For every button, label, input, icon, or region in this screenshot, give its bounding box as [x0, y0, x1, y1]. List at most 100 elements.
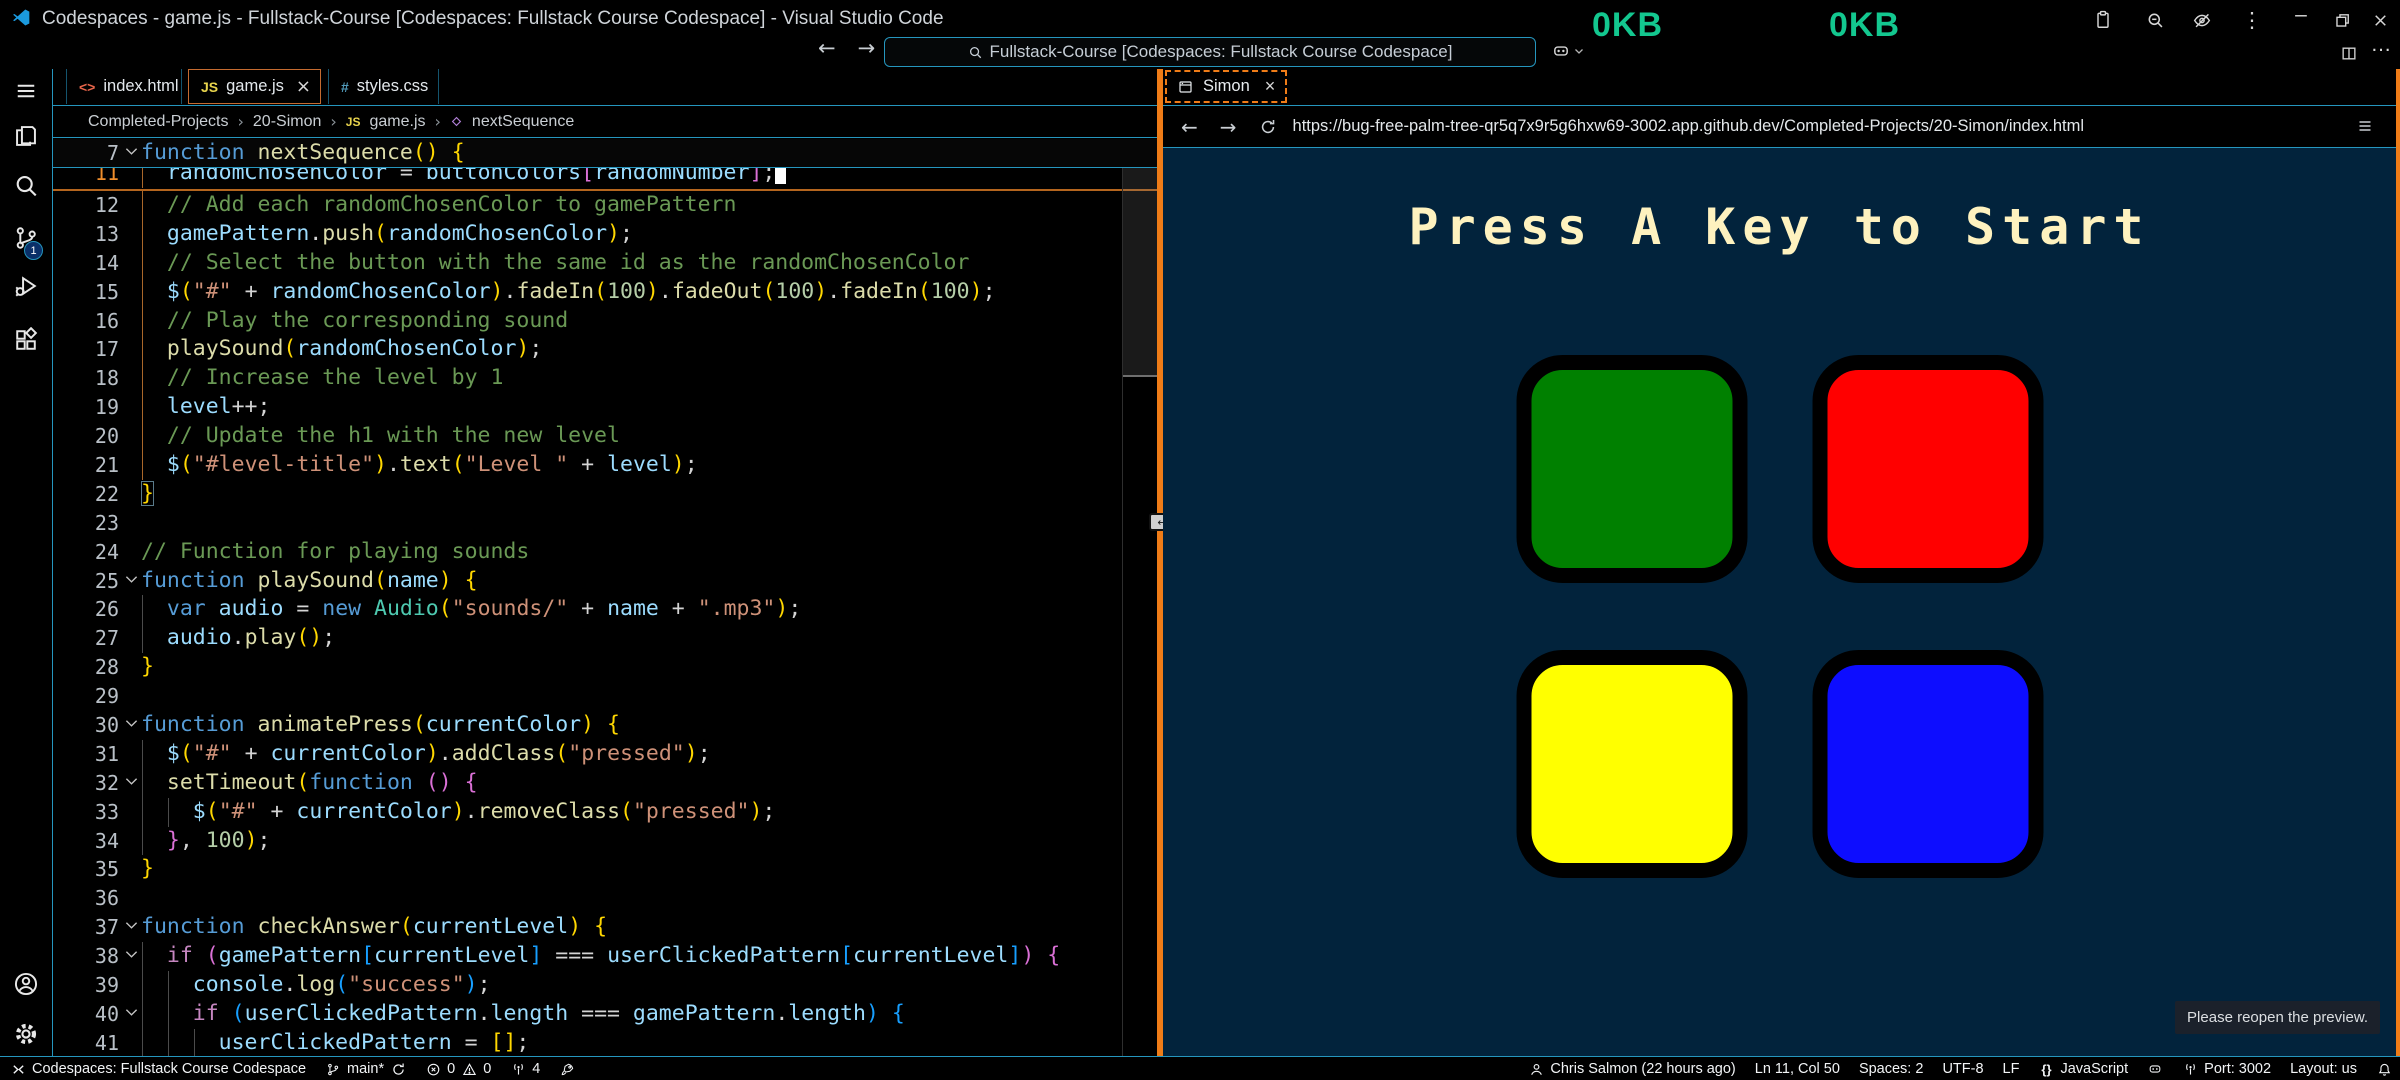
line-number[interactable]: 38 — [53, 942, 119, 971]
line-number[interactable]: 37 — [53, 913, 119, 942]
ports-status[interactable]: 4 — [510, 1061, 540, 1077]
line-number[interactable]: 34 — [53, 827, 119, 856]
line-number[interactable]: 39 — [53, 971, 119, 1000]
code-line-content[interactable]: // Update the h1 with the new level — [141, 422, 620, 451]
code-line-content[interactable]: if (gamePattern[currentLevel] === userCl… — [141, 942, 1060, 971]
code-line-content[interactable]: randomChosenColor = buttonColors[randomN… — [141, 168, 786, 188]
copilot-status[interactable] — [2147, 1061, 2163, 1077]
fold-chevron-icon[interactable] — [125, 777, 139, 787]
line-number[interactable]: 24 — [53, 538, 119, 567]
line-number[interactable]: 15 — [53, 278, 119, 307]
simon-button-red[interactable] — [1812, 355, 2043, 583]
code-line-content[interactable]: // Increase the level by 1 — [141, 364, 503, 393]
line-number[interactable]: 41 — [53, 1029, 119, 1056]
blame-status[interactable]: Chris Salmon (22 hours ago) — [1528, 1061, 1735, 1077]
nav-forward-icon[interactable]: → — [858, 36, 876, 60]
code-line-content[interactable]: function checkAnswer(currentLevel) { — [141, 913, 607, 942]
code-line-content[interactable]: // Function for playing sounds — [141, 538, 529, 567]
line-number[interactable]: 30 — [53, 711, 119, 740]
code-line-content[interactable]: // Select the button with the same id as… — [141, 249, 969, 278]
line-number[interactable]: 29 — [53, 682, 119, 711]
code-line-content[interactable]: } — [141, 480, 154, 509]
fold-chevron-icon[interactable] — [125, 147, 139, 157]
line-number[interactable]: 35 — [53, 855, 119, 884]
code-line-content[interactable]: level++; — [141, 393, 270, 422]
eol[interactable]: LF — [2003, 1061, 2020, 1077]
clipboard-icon[interactable] — [2092, 9, 2114, 31]
line-number[interactable]: 16 — [53, 307, 119, 336]
more-actions-icon[interactable]: … — [2370, 34, 2392, 56]
encoding[interactable]: UTF-8 — [1942, 1061, 1983, 1077]
line-number[interactable]: 19 — [53, 393, 119, 422]
indentation[interactable]: Spaces: 2 — [1859, 1061, 1924, 1077]
line-number[interactable]: 26 — [53, 595, 119, 624]
scrollbar-slider[interactable] — [1123, 161, 1158, 377]
line-number[interactable]: 7 — [53, 139, 119, 168]
code-line-content[interactable]: function animatePress(currentColor) { — [141, 711, 620, 740]
code-line-content[interactable]: gamePattern.push(randomChosenColor); — [141, 220, 633, 249]
code-line-content[interactable]: var audio = new Audio("sounds/" + name +… — [141, 595, 801, 624]
line-number[interactable]: 32 — [53, 769, 119, 798]
line-number[interactable]: 17 — [53, 335, 119, 364]
code-line-content[interactable]: if (userClickedPattern.length === gamePa… — [141, 1000, 905, 1029]
line-number[interactable]: 18 — [53, 364, 119, 393]
cursor-position[interactable]: Ln 11, Col 50 — [1755, 1061, 1840, 1077]
code-line-content[interactable]: function playSound(name) { — [141, 567, 478, 596]
remote-status[interactable]: Codespaces: Fullstack Course Codespace — [10, 1061, 306, 1077]
breadcrumb-item[interactable]: Completed-Projects — [88, 113, 229, 131]
eye-off-icon[interactable] — [2191, 9, 2213, 31]
code-line-content[interactable]: playSound(randomChosenColor); — [141, 335, 542, 364]
code-line-content[interactable]: audio.play(); — [141, 624, 335, 653]
line-number[interactable]: 27 — [53, 624, 119, 653]
code-line-content[interactable]: console.log("success"); — [141, 971, 491, 1000]
tab-game-js[interactable]: JS game.js × — [188, 69, 321, 104]
line-number[interactable]: 22 — [53, 480, 119, 509]
reload-icon[interactable] — [1259, 118, 1277, 136]
line-number[interactable]: 11 — [53, 168, 119, 188]
preview-back-icon[interactable]: ← — [1181, 115, 1198, 139]
current-line-clipped[interactable]: 11 randomChosenColor = buttonColors[rand… — [53, 168, 1157, 191]
fold-chevron-icon[interactable] — [125, 1008, 139, 1018]
run-debug-icon[interactable] — [13, 273, 39, 299]
tab-index-html[interactable]: <> index.html — [66, 69, 182, 104]
keyboard-layout[interactable]: Layout: us — [2290, 1061, 2357, 1077]
extensions-icon[interactable] — [13, 327, 39, 353]
nav-back-icon[interactable]: ← — [818, 36, 836, 60]
problems-status[interactable]: 00 — [425, 1061, 491, 1077]
url-field[interactable]: https://bug-free-palm-tree-qr5q7x9r5g6hx… — [1293, 117, 2085, 136]
breadcrumb-item[interactable]: nextSequence — [472, 113, 574, 131]
git-branch-status[interactable]: main* — [325, 1061, 406, 1077]
editor-scrollbar[interactable] — [1122, 139, 1158, 1056]
kebab-menu-icon[interactable]: ⋮ — [2241, 9, 2263, 31]
minimize-icon[interactable]: – — [2290, 4, 2312, 26]
line-number[interactable]: 28 — [53, 653, 119, 682]
fold-chevron-icon[interactable] — [125, 719, 139, 729]
fold-chevron-icon[interactable] — [125, 575, 139, 585]
line-number[interactable]: 31 — [53, 740, 119, 769]
code-line-content[interactable]: }, 100); — [141, 827, 270, 856]
code-line-content[interactable]: // Play the corresponding sound — [141, 307, 568, 336]
simon-button-blue[interactable] — [1812, 650, 2043, 878]
line-number[interactable]: 14 — [53, 249, 119, 278]
code-editor[interactable]: 7function nextSequence() {11 randomChose… — [53, 139, 1157, 1056]
tab-close-icon[interactable]: × — [296, 76, 311, 97]
line-number[interactable]: 13 — [53, 220, 119, 249]
close-icon[interactable] — [2369, 9, 2391, 31]
tab-simon-preview[interactable]: Simon × — [1165, 70, 1287, 103]
menu-hamburger-icon[interactable] — [13, 79, 39, 105]
language-mode[interactable]: {}JavaScript — [2038, 1061, 2128, 1077]
copilot-menu-button[interactable] — [1550, 42, 1584, 60]
code-line-content[interactable]: $("#" + currentColor).addClass("pressed"… — [141, 740, 711, 769]
notifications[interactable] — [2376, 1061, 2392, 1077]
explorer-icon[interactable] — [13, 123, 39, 149]
split-editor-icon[interactable] — [2338, 42, 2360, 64]
simon-button-yellow[interactable] — [1516, 650, 1747, 878]
line-number[interactable]: 21 — [53, 451, 119, 480]
account-icon[interactable] — [13, 971, 39, 997]
restore-icon[interactable] — [2331, 9, 2353, 31]
line-number[interactable]: 33 — [53, 798, 119, 827]
fold-chevron-icon[interactable] — [125, 921, 139, 931]
code-line-content[interactable]: // Add each randomChosenColor to gamePat… — [141, 191, 736, 220]
preview-menu-icon[interactable] — [2356, 118, 2374, 134]
code-line-content[interactable]: } — [141, 653, 154, 682]
